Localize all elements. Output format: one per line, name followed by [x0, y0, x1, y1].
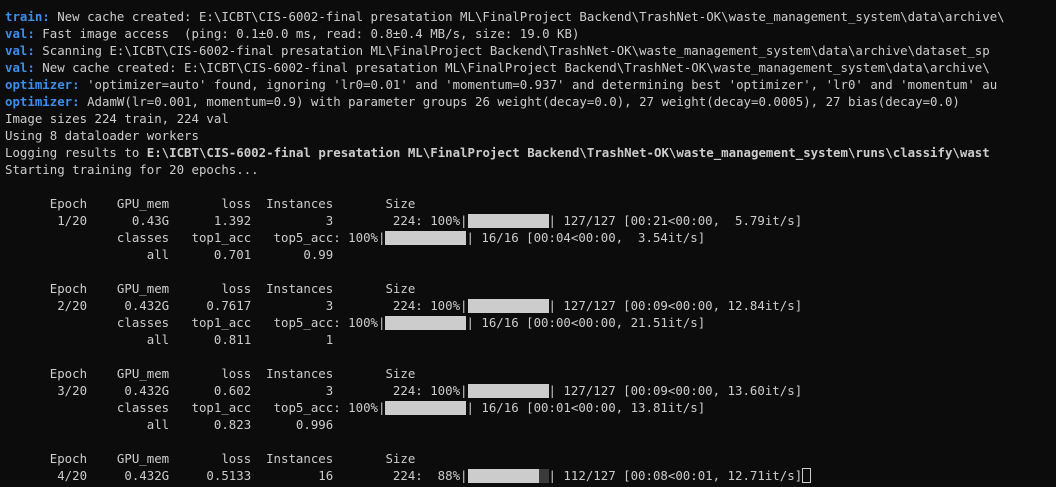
- progress-fill: [467, 384, 549, 398]
- val-progress-bar: [385, 316, 467, 330]
- val-metrics: all 0.823 0.996: [5, 417, 334, 432]
- progress-fill: [467, 469, 539, 483]
- log-prefix: train:: [5, 9, 50, 24]
- progress-fill: [385, 401, 467, 415]
- log-prefix: val:: [5, 43, 35, 58]
- log-line: val: New cache created: E:\ICBT\CIS-6002…: [5, 59, 1056, 76]
- val-stats: classes top1_acc top5_acc: 100%|: [5, 400, 386, 415]
- epoch-header: Epoch GPU_mem loss Instances Size: [5, 196, 416, 211]
- progress-fill: [467, 299, 549, 313]
- val-progress-bar: [385, 401, 467, 415]
- log-prefix: optimizer:: [5, 94, 80, 109]
- val-rate: | 16/16 [00:00<00:00, 21.51it/s]: [466, 315, 706, 330]
- progress-fill: [467, 214, 549, 228]
- train-stats: 3/20 0.432G 0.602 3 224: 100%|: [5, 383, 468, 398]
- log-line: optimizer: 'optimizer=auto' found, ignor…: [5, 76, 1056, 93]
- log-text: Fast image access (ping: 0.1±0.0 ms, rea…: [34, 26, 580, 41]
- train-progress-bar: [467, 214, 549, 228]
- log-line: val: Fast image access (ping: 0.1±0.0 ms…: [5, 25, 1056, 42]
- train-progress-line: 3/20 0.432G 0.602 3 224: 100%| | 127/127 …: [5, 382, 1056, 399]
- train-progress-line: 4/20 0.432G 0.5133 16 224: 88%| | 112/127…: [5, 467, 1056, 484]
- log-line: train: New cache created: E:\ICBT\CIS-60…: [5, 8, 1056, 25]
- terminal-output[interactable]: train: New cache created: E:\ICBT\CIS-60…: [5, 8, 1056, 484]
- train-stats: 4/20 0.432G 0.5133 16 224: 88%|: [5, 468, 468, 483]
- val-stats: classes top1_acc top5_acc: 100%|: [5, 230, 386, 245]
- log-text: Scanning E:\ICBT\CIS-6002-final presatat…: [34, 43, 990, 58]
- val-progress-bar: [385, 231, 467, 245]
- train-rate: | 127/127 [00:21<00:00, 5.79it/s]: [548, 213, 803, 228]
- log-text: Using 8 dataloader workers: [5, 128, 199, 143]
- train-progress-bar: [467, 469, 549, 483]
- log-text: AdamW(lr=0.001, momentum=0.9) with param…: [79, 94, 960, 109]
- log-text: New cache created: E:\ICBT\CIS-6002-fina…: [34, 60, 990, 75]
- log-line: Using 8 dataloader workers: [5, 127, 1056, 144]
- val-rate: | 16/16 [00:04<00:00, 3.54it/s]: [466, 230, 706, 245]
- log-line: val: Scanning E:\ICBT\CIS-6002-final pre…: [5, 42, 1056, 59]
- log-prefix: optimizer:: [5, 77, 80, 92]
- train-stats: 2/20 0.432G 0.7617 3 224: 100%|: [5, 298, 468, 313]
- log-line: Image sizes 224 train, 224 val: [5, 110, 1056, 127]
- val-metrics: all 0.701 0.99: [5, 247, 334, 262]
- train-stats: 1/20 0.43G 1.392 3 224: 100%|: [5, 213, 468, 228]
- log-text: Image sizes 224 train, 224 val: [5, 111, 229, 126]
- train-progress-line: 2/20 0.432G 0.7617 3 224: 100%| | 127/127…: [5, 297, 1056, 314]
- train-progress-line: 1/20 0.43G 1.392 3 224: 100%| | 127/127 […: [5, 212, 1056, 229]
- train-progress-bar: [467, 299, 549, 313]
- val-progress-line: classes top1_acc top5_acc: 100%| | 16/16 …: [5, 399, 1056, 416]
- val-metrics: all 0.811 1: [5, 332, 334, 347]
- progress-fill: [385, 231, 467, 245]
- val-stats: classes top1_acc top5_acc: 100%|: [5, 315, 386, 330]
- cursor-caret[interactable]: [802, 468, 812, 483]
- log-prefix: val:: [5, 60, 35, 75]
- train-rate: | 127/127 [00:09<00:00, 12.84it/s]: [548, 298, 803, 313]
- train-rate: | 112/127 [00:08<00:01, 12.71it/s]: [548, 468, 803, 483]
- log-line: optimizer: AdamW(lr=0.001, momentum=0.9)…: [5, 93, 1056, 110]
- epoch-header: Epoch GPU_mem loss Instances Size: [5, 366, 416, 381]
- train-progress-bar: [467, 384, 549, 398]
- log-text: Logging results to: [5, 145, 147, 160]
- log-text: Starting training for 20 epochs...: [5, 162, 259, 177]
- log-text: 'optimizer=auto' found, ignoring 'lr0=0.…: [79, 77, 998, 92]
- val-progress-line: classes top1_acc top5_acc: 100%| | 16/16 …: [5, 229, 1056, 246]
- train-rate: | 127/127 [00:09<00:00, 13.60it/s]: [548, 383, 803, 398]
- log-path: E:\ICBT\CIS-6002-final presatation ML\Fi…: [146, 145, 990, 160]
- log-line: Logging results to E:\ICBT\CIS-6002-fina…: [5, 144, 1056, 161]
- progress-fill: [385, 316, 467, 330]
- val-rate: | 16/16 [00:01<00:00, 13.81it/s]: [466, 400, 706, 415]
- epoch-header: Epoch GPU_mem loss Instances Size: [5, 451, 416, 466]
- val-progress-line: classes top1_acc top5_acc: 100%| | 16/16 …: [5, 314, 1056, 331]
- log-text: New cache created: E:\ICBT\CIS-6002-fina…: [49, 9, 1005, 24]
- log-prefix: val:: [5, 26, 35, 41]
- log-line: Starting training for 20 epochs...: [5, 161, 1056, 178]
- epoch-header: Epoch GPU_mem loss Instances Size: [5, 281, 416, 296]
